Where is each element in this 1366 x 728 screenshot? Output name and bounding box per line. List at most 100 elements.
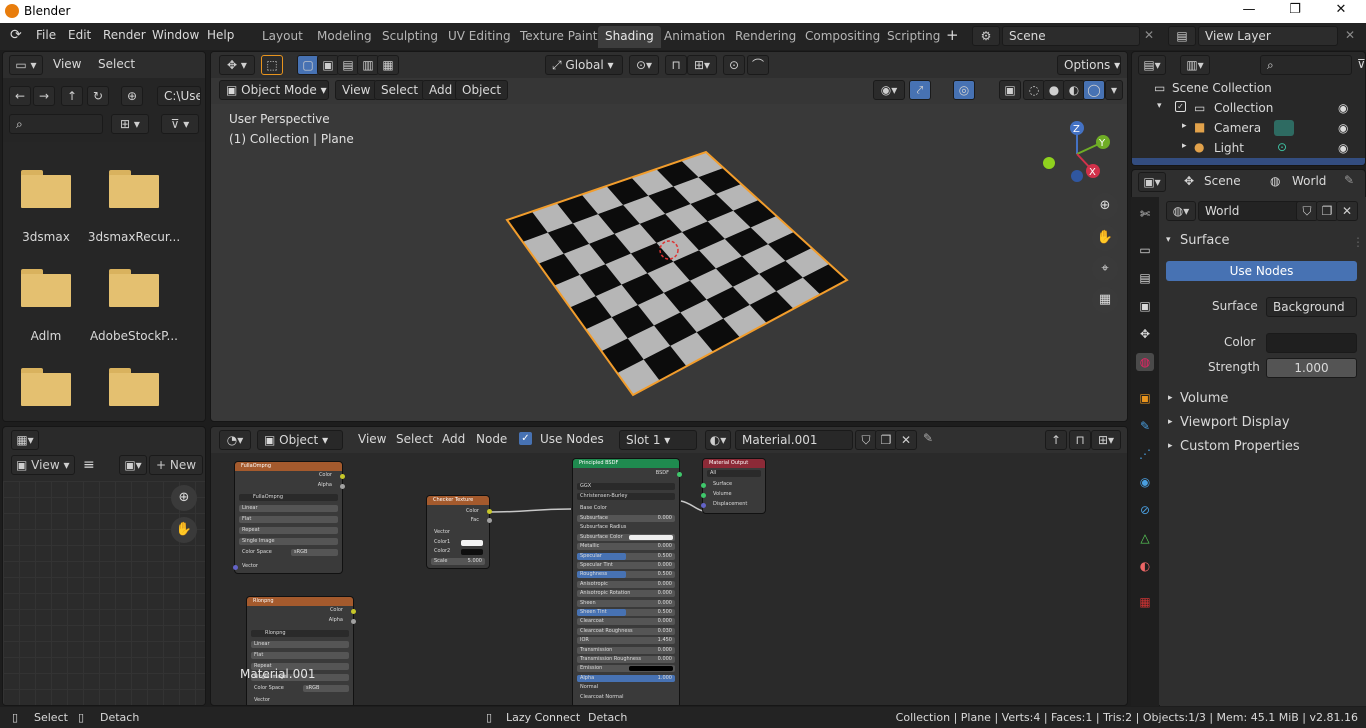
- menu-edit[interactable]: Edit: [68, 28, 91, 42]
- pan-hand-icon[interactable]: ✋: [171, 517, 197, 543]
- surface-shader-field[interactable]: Background: [1266, 297, 1357, 317]
- scene-clear-icon[interactable]: ✕: [1144, 28, 1154, 42]
- expand-icon[interactable]: ▸: [1182, 141, 1187, 151]
- select-mode-invert-icon[interactable]: ▥: [357, 55, 379, 75]
- shader-type-dropdown[interactable]: ▣ Object ▾: [257, 430, 343, 450]
- color1-swatch[interactable]: [461, 540, 483, 546]
- wireframe-shading-icon[interactable]: ◌: [1023, 80, 1045, 100]
- physics-tab-icon[interactable]: ◉: [1136, 473, 1154, 491]
- display-mode-icon[interactable]: ⊞ ▾: [111, 114, 149, 134]
- bsdf-input-row[interactable]: Anisotropic Rotation 0.000: [577, 590, 675, 598]
- unlink-material-icon[interactable]: ✕: [895, 430, 917, 450]
- ortho-grid-icon[interactable]: ▦: [1092, 287, 1118, 313]
- tab-animation[interactable]: Animation: [657, 26, 732, 48]
- node-dropdown[interactable]: Flat: [251, 652, 349, 659]
- light-data-icon[interactable]: ⊙: [1277, 140, 1287, 154]
- scene-tab-icon[interactable]: ✥: [1136, 325, 1154, 343]
- viewport-select-menu[interactable]: Select: [374, 80, 426, 100]
- material-name-field[interactable]: Material.001: [735, 430, 853, 450]
- viewport-display-panel-header[interactable]: Viewport Display: [1180, 415, 1290, 430]
- socket[interactable]: [233, 565, 238, 570]
- shading-options-icon[interactable]: ▾: [1105, 80, 1123, 100]
- volume-panel-header[interactable]: Volume: [1180, 391, 1228, 406]
- tab-scripting[interactable]: Scripting: [880, 26, 947, 48]
- socket[interactable]: [701, 493, 706, 498]
- zoom-icon[interactable]: ⊕: [1092, 193, 1118, 219]
- image-texture-node[interactable]: Rlonpng Color Alpha Rlonpng Linear Flat …: [247, 597, 353, 705]
- view-layer-icon[interactable]: ▤: [1168, 26, 1196, 46]
- node-dropdown[interactable]: sRGB: [291, 549, 338, 556]
- maximize-button[interactable]: ❐: [1272, 2, 1318, 21]
- minimize-button[interactable]: —: [1226, 2, 1272, 21]
- world-browse-icon[interactable]: ◍▾: [1166, 201, 1196, 221]
- bsdf-input-row[interactable]: Specular 0.500: [577, 552, 675, 560]
- checker-texture-node[interactable]: Checker Texture Color Fac Vector Color1 …: [427, 496, 489, 568]
- filter-icon[interactable]: ⊽: [1357, 57, 1365, 71]
- tab-shading[interactable]: Shading: [598, 26, 661, 48]
- editor-type-icon[interactable]: ▤▾: [1138, 55, 1166, 75]
- bsdf-input-row[interactable]: Roughness 0.500: [577, 571, 675, 579]
- blender-menu-icon[interactable]: ⟳: [10, 27, 22, 43]
- surface-panel-header[interactable]: Surface: [1180, 233, 1230, 248]
- folder-icon[interactable]: [109, 269, 159, 307]
- folder-icon[interactable]: [109, 368, 159, 406]
- node-dropdown[interactable]: Single Image: [239, 538, 338, 545]
- transform-orientation[interactable]: ⤢ Global ▾: [545, 55, 623, 75]
- expand-icon[interactable]: ▸: [1168, 417, 1173, 427]
- solid-shading-icon[interactable]: ●: [1043, 80, 1065, 100]
- editor-type-icon[interactable]: ▦▾: [11, 430, 39, 450]
- checker-plane[interactable]: [211, 104, 1128, 422]
- use-nodes-label[interactable]: Use Nodes: [540, 432, 604, 446]
- scene-selector-icon[interactable]: ⚙: [972, 26, 1000, 46]
- new-image-button[interactable]: + New: [149, 455, 203, 475]
- bsdf-input-row[interactable]: Subsurface 0.000: [577, 515, 675, 522]
- viewport-add-menu[interactable]: Add: [422, 80, 460, 100]
- image-browse-icon[interactable]: ▣▾: [119, 455, 147, 475]
- outliner-collection[interactable]: Collection: [1214, 101, 1273, 115]
- zoom-icon[interactable]: ⊕: [171, 485, 197, 511]
- node-image-field[interactable]: Rlonpng: [251, 630, 349, 637]
- file-select-menu[interactable]: Select: [98, 57, 135, 71]
- expand-icon[interactable]: ▸: [1168, 441, 1173, 451]
- tool-tab-icon[interactable]: ✄: [1136, 205, 1154, 223]
- scene-name-field[interactable]: Scene: [1002, 26, 1140, 46]
- shader-node-editor[interactable]: ◔▾ ▣ Object ▾ View Select Add Node ✓ Use…: [210, 426, 1128, 706]
- view-layer-clear-icon[interactable]: ✕: [1345, 28, 1355, 42]
- folder-icon[interactable]: [21, 269, 71, 307]
- gizmo-toggle-icon[interactable]: ⤤: [909, 80, 931, 100]
- select-mode-intersect-icon[interactable]: ▦: [377, 55, 399, 75]
- editor-type-icon[interactable]: ▭ ▾: [9, 55, 43, 75]
- duplicate-material-icon[interactable]: ❐: [875, 430, 897, 450]
- socket[interactable]: [340, 484, 345, 489]
- folder-label[interactable]: Adlm: [3, 329, 96, 343]
- snap-icon[interactable]: ⊓: [665, 55, 687, 75]
- parent-node-tree-icon[interactable]: ↑: [1045, 430, 1067, 450]
- outliner-camera[interactable]: Camera: [1214, 121, 1261, 135]
- snap-target-icon[interactable]: ⊞▾: [687, 55, 717, 75]
- filter-icon[interactable]: ⊽ ▾: [161, 114, 199, 134]
- add-workspace-icon[interactable]: +: [946, 26, 959, 44]
- use-nodes-button[interactable]: Use Nodes: [1166, 261, 1357, 281]
- bsdf-input-row[interactable]: Normal: [577, 684, 675, 691]
- path-field[interactable]: C:\Use: [157, 86, 201, 106]
- expand-icon[interactable]: ▾: [1166, 235, 1171, 245]
- eye-icon[interactable]: ◉: [1338, 141, 1348, 155]
- texture-tab-icon[interactable]: ▦: [1136, 593, 1154, 611]
- image-view-menu[interactable]: ▣ View ▾: [11, 455, 75, 475]
- folder-label[interactable]: AdobeStockP...: [84, 329, 184, 343]
- node-dropdown[interactable]: sRGB: [303, 685, 349, 692]
- tab-compositing[interactable]: Compositing: [798, 26, 887, 48]
- socket[interactable]: [677, 472, 682, 477]
- bsdf-input-row[interactable]: Specular Tint 0.000: [577, 562, 675, 569]
- object-tab-icon[interactable]: ▣: [1136, 389, 1154, 407]
- view-layer-tab-icon[interactable]: ▣: [1136, 297, 1154, 315]
- editor-type-icon[interactable]: ◔▾: [219, 430, 251, 450]
- outliner-search-input[interactable]: ⌕: [1260, 55, 1352, 75]
- folder-label[interactable]: 3dsmaxRecur...: [84, 230, 184, 244]
- outliner-light[interactable]: Light: [1214, 141, 1244, 155]
- camera-data-icon[interactable]: [1274, 120, 1294, 136]
- select-mode-subtract-icon[interactable]: ▤: [337, 55, 359, 75]
- new-folder-icon[interactable]: ⊕: [121, 86, 143, 106]
- material-shading-icon[interactable]: ◐: [1063, 80, 1085, 100]
- node-dropdown[interactable]: Linear: [251, 641, 349, 648]
